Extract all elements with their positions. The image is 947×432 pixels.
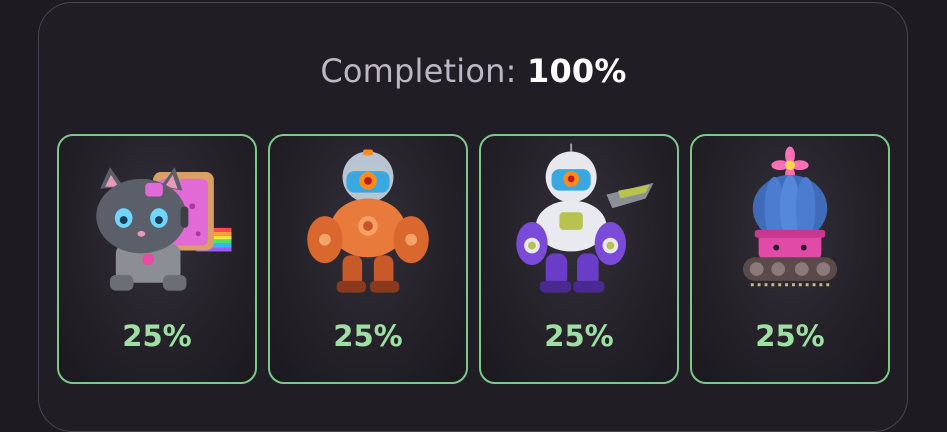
card-3-percent: 25% [544,319,614,353]
completion-label: Completion: [320,52,517,90]
card-4-percent: 25% [755,319,825,353]
completion-value: 100% [526,52,627,90]
card-2-percent: 25% [333,319,403,353]
completion-title: Completion: 100% [0,52,947,90]
collectible-card-1[interactable]: 25% [57,134,257,384]
collectible-card-3[interactable]: 25% [479,134,679,384]
card-1-percent: 25% [122,319,192,353]
robot-cat-icon [96,167,232,291]
collectible-card-2[interactable]: 25% [268,134,468,384]
purple-mech-robot-icon [516,143,654,293]
orange-mech-robot-icon [307,149,429,293]
cactus-tank-icon [742,146,838,287]
collectible-card-4[interactable]: 25% [690,134,890,384]
